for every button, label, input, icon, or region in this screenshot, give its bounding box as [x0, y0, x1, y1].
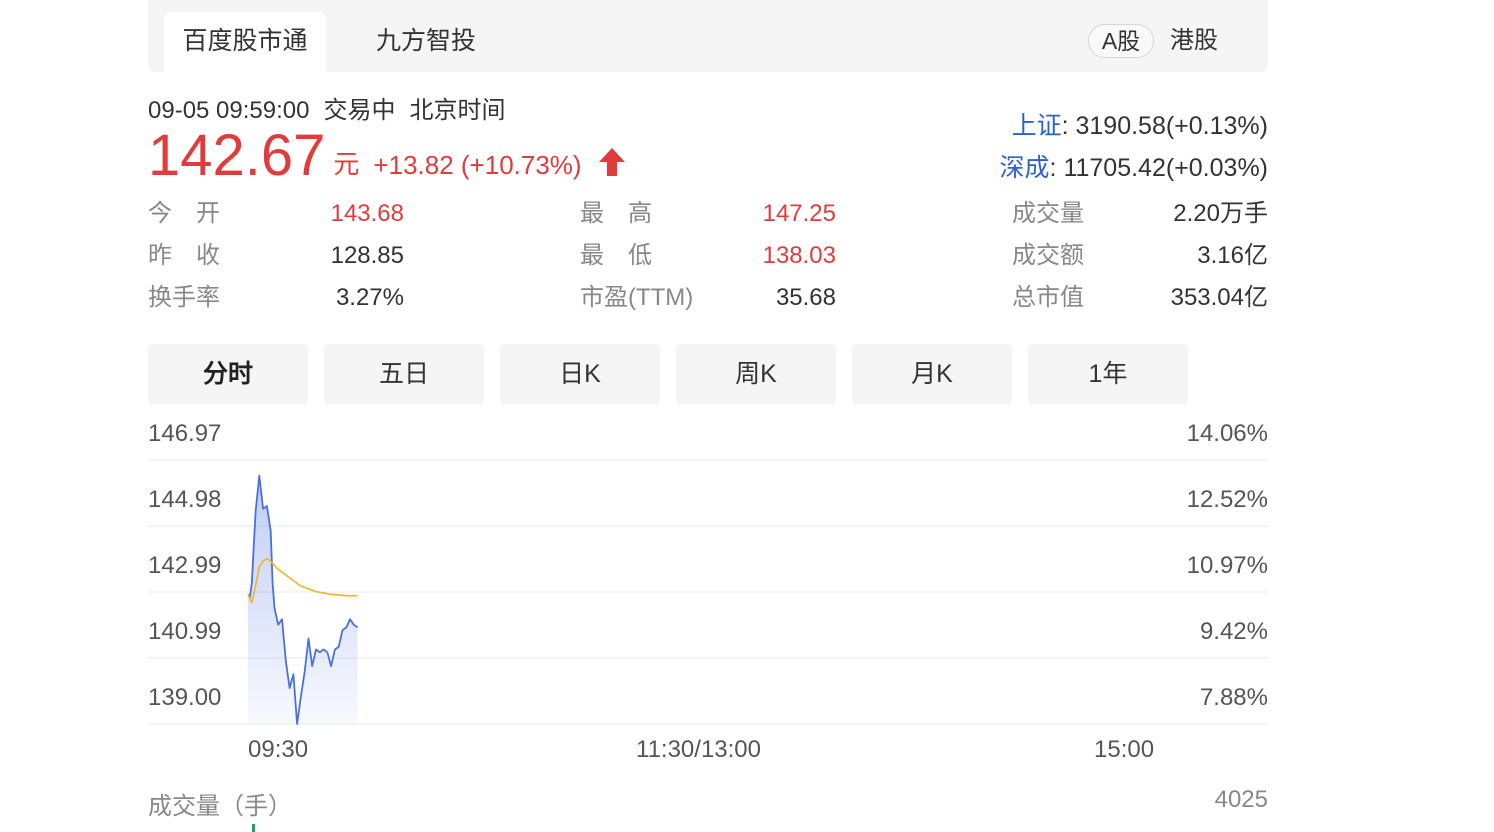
y-left-tick: 142.99 [148, 552, 222, 579]
x-tick-close: 15:00 [1094, 736, 1155, 763]
x-tick-midday: 11:30/13:00 [636, 736, 762, 763]
x-tick-open: 09:30 [248, 736, 309, 763]
y-left-tick: 144.98 [148, 486, 222, 513]
intraday-chart[interactable] [0, 0, 1494, 832]
y-right-tick: 10.97% [1186, 552, 1268, 579]
volume-max: 4025 [1214, 786, 1268, 813]
volume-bar [252, 824, 255, 832]
y-right-tick: 7.88% [1199, 684, 1268, 711]
volume-label: 成交量（手） [148, 793, 292, 820]
y-right-tick: 12.52% [1186, 486, 1268, 513]
y-left-tick: 139.00 [148, 684, 222, 711]
y-left-tick: 146.97 [148, 420, 222, 447]
y-left-tick: 140.99 [148, 618, 222, 645]
y-right-tick: 9.42% [1199, 618, 1268, 645]
y-right-tick: 14.06% [1186, 420, 1268, 447]
